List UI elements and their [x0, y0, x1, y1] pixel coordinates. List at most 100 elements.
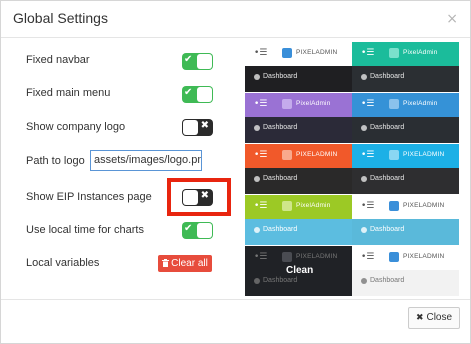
logo-path-input[interactable]: assets/images/logo.png [90, 150, 202, 171]
menu-icon: •☰ [361, 99, 375, 109]
theme-menu-preview: Dashboard [245, 168, 352, 194]
close-icon[interactable]: × [446, 11, 458, 27]
logo-icon [282, 252, 292, 262]
toggle-knob [197, 223, 212, 238]
logo-text: PIXELADMIN [403, 253, 445, 260]
theme-swatch-light[interactable]: •☰ PIXELADMIN Dashboard [352, 246, 459, 296]
setting-label-show-company-logo: Show company logo [26, 121, 126, 133]
dashboard-icon [254, 278, 260, 284]
theme-navbar-preview: •☰ PIXELADMIN [245, 144, 352, 168]
dashboard-icon [254, 227, 260, 233]
logo-icon [282, 201, 292, 211]
dashboard-label: Dashboard [263, 226, 298, 233]
dashboard-label: Dashboard [263, 175, 298, 182]
theme-swatch-default[interactable]: •☰ PIXELADMIN Dashboard [245, 42, 352, 92]
setting-label-path-to-logo: Path to logo [26, 155, 85, 167]
dashboard-label: Dashboard [263, 73, 298, 80]
logo-text: PixelAdmin [403, 100, 438, 107]
menu-icon: •☰ [254, 99, 268, 109]
theme-navbar-preview: •☰ PIXELADMIN [352, 144, 459, 168]
close-icon: ✖ [415, 313, 424, 323]
toggle-fixed-navbar[interactable]: ✔ [182, 53, 213, 70]
toggle-fixed-main-menu[interactable]: ✔ [182, 86, 213, 103]
dashboard-icon [361, 74, 367, 80]
toggle-local-time-charts[interactable]: ✔ [182, 222, 213, 239]
theme-menu-preview: Dashboard [352, 270, 459, 296]
menu-icon: •☰ [254, 48, 268, 58]
trash-icon [162, 259, 170, 267]
setting-label-show-eip-instances: Show EIP Instances page [26, 191, 152, 203]
theme-swatch-purple[interactable]: •☰ PixelAdmin Dashboard [245, 93, 352, 143]
menu-icon: •☰ [361, 252, 375, 262]
highlight-annotation [167, 178, 231, 216]
close-button[interactable]: ✖ Close [408, 307, 460, 329]
dashboard-icon [254, 176, 260, 182]
clear-all-label: Clear all [171, 258, 208, 269]
clean-theme-label: Clean [286, 265, 314, 276]
dashboard-label: Dashboard [370, 73, 405, 80]
theme-swatch-mint[interactable]: •☰ PixelAdmin Dashboard [352, 42, 459, 92]
check-icon: ✔ [184, 87, 193, 98]
logo-icon [389, 48, 399, 58]
logo-text: PIXELADMIN [403, 202, 445, 209]
theme-swatch-lime[interactable]: •☰ PixelAdmin Dashboard [245, 195, 352, 245]
logo-icon [282, 150, 292, 160]
theme-menu-preview: Dashboard [352, 117, 459, 143]
dashboard-icon [254, 74, 260, 80]
dialog-title: Global Settings [13, 10, 108, 26]
theme-menu-preview: Dashboard [352, 168, 459, 194]
logo-icon [389, 252, 399, 262]
logo-text: PixelAdmin [296, 202, 331, 209]
logo-icon [282, 48, 292, 58]
setting-label-local-variables: Local variables [26, 257, 100, 269]
setting-label-fixed-navbar: Fixed navbar [26, 54, 90, 66]
menu-icon: •☰ [361, 201, 375, 211]
dashboard-icon [361, 176, 367, 182]
theme-menu-preview: Dashboard [352, 66, 459, 92]
theme-swatch-sky[interactable]: •☰ PIXELADMIN Dashboard [352, 144, 459, 194]
dashboard-icon [361, 227, 367, 233]
dashboard-icon [254, 125, 260, 131]
logo-icon [389, 150, 399, 160]
theme-navbar-preview: •☰ PIXELADMIN [352, 246, 459, 270]
dashboard-label: Dashboard [370, 175, 405, 182]
dashboard-icon [361, 125, 367, 131]
theme-menu-preview: Dashboard [245, 117, 352, 143]
logo-text: PixelAdmin [296, 100, 331, 107]
menu-icon: •☰ [254, 201, 268, 211]
footer-divider [1, 299, 470, 300]
clear-all-button[interactable]: Clear all [158, 255, 212, 272]
theme-navbar-preview: •☰ PixelAdmin [245, 195, 352, 219]
toggle-knob [197, 54, 212, 69]
check-icon: ✔ [184, 223, 193, 234]
dashboard-label: Dashboard [263, 277, 298, 284]
menu-icon: •☰ [254, 252, 268, 262]
theme-menu-preview: Dashboard [245, 66, 352, 92]
theme-navbar-preview: •☰ PixelAdmin [352, 93, 459, 117]
dashboard-label: Dashboard [370, 226, 405, 233]
dialog-header: Global Settings × [1, 1, 470, 38]
theme-swatch-blue[interactable]: •☰ PixelAdmin Dashboard [352, 93, 459, 143]
theme-navbar-preview: •☰ PIXELADMIN [245, 42, 352, 66]
theme-swatch-orange[interactable]: •☰ PIXELADMIN Dashboard [245, 144, 352, 194]
close-button-label: Close [426, 312, 453, 323]
toggle-show-company-logo[interactable]: ✖ [182, 119, 213, 136]
menu-icon: •☰ [254, 150, 268, 160]
theme-swatch-cyan[interactable]: •☰ PIXELADMIN Dashboard [352, 195, 459, 245]
logo-icon [282, 99, 292, 109]
theme-picker: •☰ PIXELADMIN Dashboard •☰ PixelAdmin Dashboa… [245, 42, 459, 296]
logo-text: PIXELADMIN [296, 253, 338, 260]
logo-text: PIXELADMIN [296, 151, 338, 158]
dashboard-icon [361, 278, 367, 284]
global-settings-dialog: Global Settings × Fixed navbar ✔ Fixed m… [0, 0, 471, 344]
toggle-knob [197, 87, 212, 102]
dashboard-label: Dashboard [370, 124, 405, 131]
theme-menu-preview: Dashboard [245, 219, 352, 245]
cross-icon: ✖ [200, 120, 209, 131]
setting-label-local-time-charts: Use local time for charts [26, 224, 144, 236]
toggle-knob [183, 120, 198, 135]
theme-navbar-preview: •☰ PixelAdmin [352, 42, 459, 66]
logo-text: PIXELADMIN [296, 49, 338, 56]
logo-text: PIXELADMIN [403, 151, 445, 158]
logo-icon [389, 201, 399, 211]
